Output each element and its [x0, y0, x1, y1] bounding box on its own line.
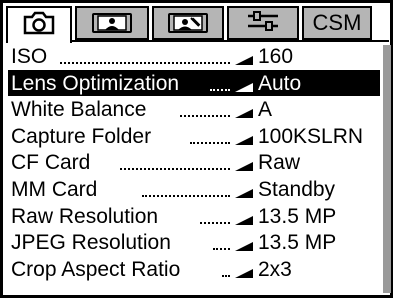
menu-item-label: White Balance — [11, 98, 147, 122]
tab-csm-label: CSM — [312, 10, 362, 35]
menu-item-value: 160 — [258, 45, 294, 68]
menu-item-value: Auto — [258, 71, 302, 95]
menu-item-white-balance[interactable]: White Balance A — [8, 96, 380, 123]
leader-dots — [222, 274, 230, 277]
leader-dots — [213, 248, 230, 251]
tab-shooting[interactable] — [6, 6, 72, 43]
submenu-arrow-icon — [235, 135, 253, 145]
menu-item-jpeg-resolution[interactable]: JPEG Resolution 13.5 MP — [8, 229, 380, 256]
leader-dots — [190, 141, 230, 144]
leader-dots — [180, 115, 230, 118]
menu-item-iso[interactable]: ISO 160 — [8, 43, 380, 70]
menu-item-value: 100KSLRN — [258, 124, 364, 148]
menu-item-lens-optimization[interactable]: Lens Optimization Auto — [8, 69, 380, 97]
menu-item-label: Raw Resolution — [11, 204, 159, 228]
playback-image-icon — [92, 13, 132, 33]
leader-dots — [210, 88, 230, 91]
leader-dots — [142, 194, 230, 197]
menu-item-label: Capture Folder — [11, 124, 152, 148]
menu-item-label: ISO — [11, 45, 48, 68]
camera-icon — [21, 10, 57, 41]
tab-divider — [6, 40, 389, 42]
menu-item-value: A — [258, 98, 273, 122]
menu-item-crop-aspect-ratio[interactable]: Crop Aspect Ratio 2x3 — [8, 256, 380, 283]
menu-item-label: MM Card — [11, 177, 98, 201]
leader-dots — [60, 62, 230, 64]
camera-menu-screen: CSM ISO 160 Lens Optimization Auto White… — [0, 0, 393, 298]
submenu-arrow-icon — [235, 242, 253, 252]
menu-item-value: 2x3 — [258, 257, 292, 281]
menu-item-label: JPEG Resolution — [11, 231, 171, 255]
menu-item-label: Lens Optimization — [11, 71, 180, 95]
leader-dots — [120, 168, 230, 171]
menu-item-raw-resolution[interactable]: Raw Resolution 13.5 MP — [8, 203, 380, 230]
tab-bar: CSM — [6, 6, 389, 43]
menu-item-value: Raw — [258, 151, 301, 175]
menu-item-capture-folder[interactable]: Capture Folder 100KSLRN — [8, 123, 380, 150]
menu-item-label: Crop Aspect Ratio — [11, 257, 181, 281]
tab-csm[interactable]: CSM — [302, 6, 372, 40]
submenu-arrow-icon — [235, 82, 253, 92]
settings-sliders-icon — [245, 9, 281, 38]
submenu-arrow-icon — [235, 188, 253, 198]
settings-menu-list: ISO 160 Lens Optimization Auto White Bal… — [8, 43, 380, 282]
scrollbar-thumb[interactable] — [383, 45, 391, 293]
image-edit-icon — [168, 13, 208, 33]
leader-dots — [200, 221, 230, 224]
menu-item-label: CF Card — [11, 151, 91, 175]
tab-settings[interactable] — [227, 6, 299, 40]
menu-item-value: 13.5 MP — [258, 204, 337, 228]
menu-item-cf-card[interactable]: CF Card Raw — [8, 149, 380, 176]
submenu-arrow-icon — [235, 56, 253, 65]
menu-item-value: 13.5 MP — [258, 231, 337, 255]
tab-playback[interactable] — [75, 6, 149, 40]
submenu-arrow-icon — [235, 268, 253, 278]
submenu-arrow-icon — [235, 215, 253, 225]
menu-item-mm-card[interactable]: MM Card Standby — [8, 176, 380, 203]
tab-image-edit[interactable] — [152, 6, 224, 40]
submenu-arrow-icon — [235, 162, 253, 172]
menu-item-value: Standby — [258, 177, 336, 201]
submenu-arrow-icon — [235, 109, 253, 119]
